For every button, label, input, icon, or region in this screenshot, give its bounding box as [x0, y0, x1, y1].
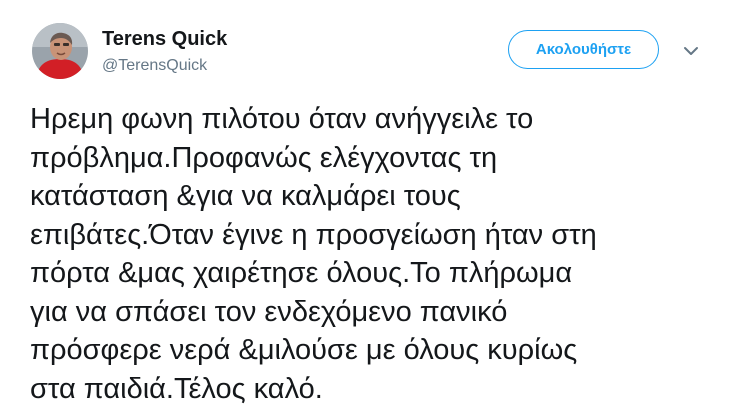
- avatar[interactable]: [32, 23, 88, 79]
- author-display-name[interactable]: Terens Quick: [102, 28, 227, 51]
- chevron-down-icon: [684, 47, 698, 55]
- profile-photo-icon: [32, 23, 88, 79]
- tweet-card: Terens Quick @TerensQuick Ακολουθήστε Ηρ…: [0, 0, 735, 414]
- tweet-text: Ηρεμη φωνη πιλότου όταν ανήγγειλε το πρό…: [30, 103, 597, 405]
- more-options-button[interactable]: [680, 40, 702, 62]
- follow-button[interactable]: Ακολουθήστε: [508, 30, 659, 69]
- author-handle[interactable]: @TerensQuick: [102, 57, 207, 75]
